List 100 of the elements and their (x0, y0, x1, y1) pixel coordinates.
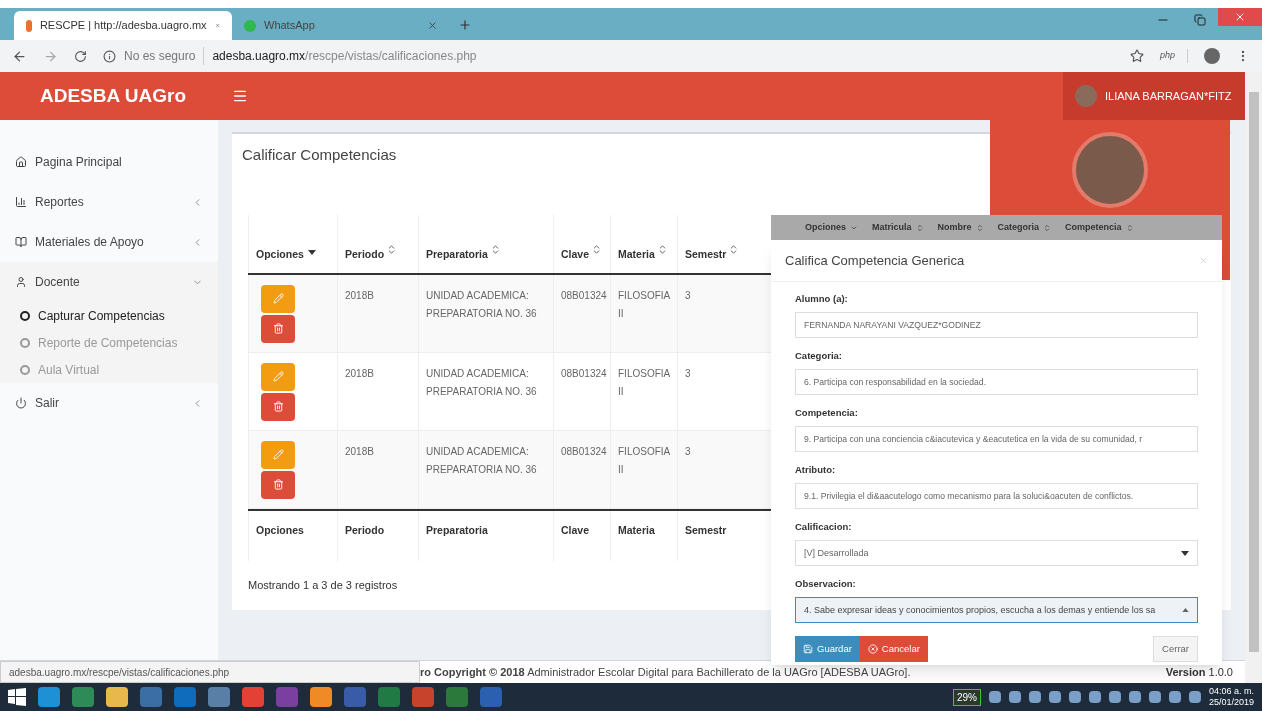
modal-title: Califica Competencia Generica (785, 251, 965, 270)
column-header[interactable]: Clave (553, 214, 610, 273)
pencil-icon (272, 371, 284, 382)
browser-tab[interactable]: RESCPE | http://adesba.uagro.mx (14, 11, 232, 40)
column-header[interactable]: Opciones (248, 214, 337, 273)
tray-icon[interactable] (1088, 691, 1101, 703)
close-button[interactable]: Cerrar (1153, 636, 1198, 662)
delete-button[interactable] (261, 314, 295, 343)
column-header[interactable]: Opciones (805, 220, 858, 235)
tray-icon[interactable] (1048, 691, 1061, 703)
input-field[interactable]: FERNANDA NARAYANI VAZQUEZ*GODINEZ (795, 312, 1198, 339)
column-header[interactable]: Materia (610, 214, 677, 273)
back-icon[interactable] (12, 48, 27, 64)
delete-button[interactable] (261, 392, 295, 421)
battery-level[interactable]: 29% (952, 688, 981, 706)
security-label: No es seguro (124, 47, 205, 65)
windows-logo-icon[interactable] (8, 688, 26, 706)
version-text: Version 1.0.0 (1165, 664, 1233, 680)
restore-icon[interactable] (1194, 14, 1206, 26)
taskbar-app-icon[interactable] (174, 687, 196, 707)
column-footer: Periodo (345, 523, 385, 536)
tab-title: RESCPE | http://adesba.uagro.mx (39, 18, 207, 34)
tray-icon[interactable] (1008, 691, 1021, 703)
trash-icon (272, 401, 284, 412)
input-field[interactable]: 6. Participa con responsabilidad en la sociedad. (795, 369, 1198, 396)
tray-icon[interactable] (1028, 691, 1041, 703)
sidebar-item[interactable]: Reportes (0, 182, 218, 222)
table-cell: UNIDAD ACADEMICA: PREPARATORIA NO. 36 (426, 289, 537, 319)
cancel-button[interactable]: Cancelar (859, 636, 928, 662)
sort-icon (915, 223, 924, 232)
close-icon[interactable] (427, 20, 438, 31)
column-header[interactable]: Preparatoria (418, 214, 553, 273)
delete-button[interactable] (261, 470, 295, 499)
table-cell: 2018B (345, 289, 374, 301)
tab-title: WhatsApp (264, 18, 315, 34)
profile-avatar-icon[interactable] (1204, 48, 1220, 64)
column-header[interactable]: Competencia (1065, 220, 1134, 235)
taskbar-clock[interactable]: 04:06 a. m. 25/01/2019 (1208, 686, 1254, 708)
forward-icon[interactable] (43, 48, 58, 64)
sort-icon (1125, 223, 1134, 232)
save-button[interactable]: Guardar (795, 636, 860, 662)
sidebar-item-icon (15, 276, 27, 288)
submenu-item[interactable]: Capturar Competencias (0, 302, 218, 329)
browser-tab[interactable]: WhatsApp (232, 11, 450, 40)
sidebar-item[interactable]: Materiales de Apoyo (0, 222, 218, 262)
taskbar-app-icon[interactable] (276, 687, 298, 707)
menu-icon[interactable] (232, 88, 248, 104)
taskbar-app-icon[interactable] (446, 687, 468, 707)
rating-select[interactable]: [V] Desarrollada (795, 540, 1198, 567)
taskbar-app-icon[interactable] (242, 687, 264, 707)
taskbar-app-icon[interactable] (106, 687, 128, 707)
sidebar-item[interactable]: Salir (0, 383, 218, 423)
taskbar-app-icon[interactable] (344, 687, 366, 707)
column-footer: Preparatoria (426, 523, 488, 536)
trash-icon (272, 479, 284, 490)
brand-title[interactable]: ADESBA UAGro (0, 72, 218, 120)
tray-icon[interactable] (1148, 691, 1161, 703)
edit-button[interactable] (261, 284, 295, 313)
sidebar-item[interactable]: Docente (0, 262, 218, 302)
input-field[interactable]: 9. Participa con una conciencia c&iacutevica y &eacutetica en la vida de su comunidad, r (795, 426, 1198, 453)
input-field[interactable]: 9.1. Privilegia el di&aacutelogo como mecanismo para la soluci&oacuten de conflictos. (795, 483, 1198, 510)
column-header[interactable]: Matricula (872, 220, 924, 235)
taskbar-app-icon[interactable] (208, 687, 230, 707)
sidebar-item-icon (15, 236, 27, 248)
user-menu[interactable]: ILIANA BARRAGAN*FITZ (1063, 72, 1245, 120)
edit-button[interactable] (261, 440, 295, 469)
tray-icon[interactable] (1188, 691, 1201, 703)
field-label: Alumno (a): (795, 292, 849, 306)
edit-button[interactable] (261, 362, 295, 391)
taskbar-app-icon[interactable] (310, 687, 332, 707)
column-header[interactable]: Categoria (997, 220, 1052, 235)
sidebar-item[interactable]: Pagina Principal (0, 142, 218, 182)
taskbar-app-icon[interactable] (412, 687, 434, 707)
page-scrollbar[interactable] (1245, 72, 1262, 683)
column-header[interactable]: Nombre (937, 220, 984, 235)
taskbar-app-icon[interactable] (72, 687, 94, 707)
tray-icon[interactable] (1168, 691, 1181, 703)
tab-favicon-icon (26, 19, 32, 32)
table-cell: UNIDAD ACADEMICA: PREPARATORIA NO. 36 (426, 445, 537, 475)
url-text: adesba.uagro.mx/rescpe/vistas/calificaciones.php (212, 48, 477, 65)
tray-icon[interactable] (988, 691, 1001, 703)
sidebar-item-icon (15, 397, 27, 409)
observation-field[interactable]: 4. Sabe expresar ideas y conocimientos propios, escucha a los demas y entiende los sa (795, 597, 1198, 624)
taskbar-app-icon[interactable] (140, 687, 162, 707)
sort-icon (975, 223, 984, 232)
reload-icon[interactable] (74, 49, 87, 63)
column-header[interactable]: Periodo (337, 214, 418, 273)
table-info: Mostrando 1 a 3 de 3 registros (248, 577, 398, 593)
column-footer: Materia (618, 523, 655, 536)
taskbar-app-icon[interactable] (378, 687, 400, 707)
taskbar-app-icon[interactable] (480, 687, 502, 707)
address-bar[interactable]: No es seguro adesba.uagro.mx/rescpe/vistas/calificaciones.php (103, 47, 1114, 65)
taskbar-app-icon[interactable] (38, 687, 60, 707)
tray-icon[interactable] (1128, 691, 1141, 703)
tray-icon[interactable] (1068, 691, 1081, 703)
tray-icon[interactable] (1108, 691, 1121, 703)
caret-up-icon (1182, 608, 1189, 613)
extension-label[interactable]: php (1159, 49, 1188, 63)
new-tab-icon[interactable] (458, 18, 472, 32)
bookmark-star-icon[interactable] (1129, 49, 1144, 63)
